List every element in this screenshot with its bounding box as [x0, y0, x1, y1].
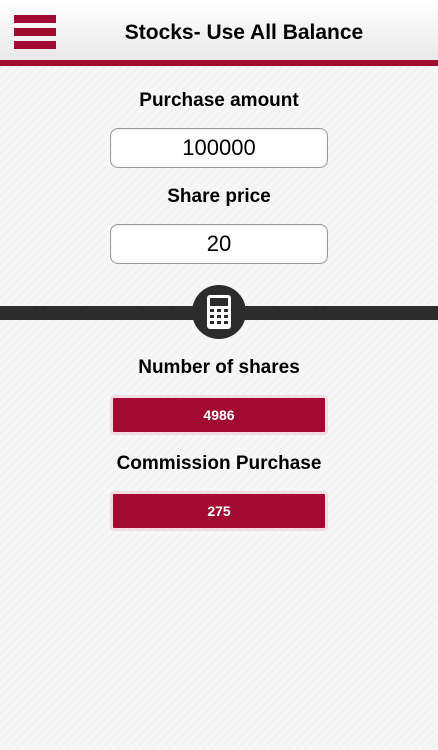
page-title: Stocks- Use All Balance	[124, 21, 364, 44]
menu-bar-middle	[14, 28, 56, 36]
commission-purchase-value: 275	[110, 491, 328, 531]
calculate-button[interactable]	[192, 285, 246, 339]
commission-purchase-label: Commission Purchase	[116, 453, 322, 474]
share-price-label: Share price	[167, 186, 271, 207]
number-of-shares-value: 4986	[110, 395, 328, 435]
menu-bar-top	[14, 15, 56, 23]
purchase-amount-input[interactable]	[110, 128, 328, 168]
calculator-icon	[207, 295, 231, 329]
number-of-shares-label: Number of shares	[138, 357, 300, 378]
app-header: Stocks- Use All Balance	[0, 0, 438, 66]
menu-button[interactable]	[14, 15, 56, 49]
purchase-amount-label: Purchase amount	[139, 90, 299, 111]
share-price-input[interactable]	[110, 224, 328, 264]
menu-bar-bottom	[14, 41, 56, 49]
